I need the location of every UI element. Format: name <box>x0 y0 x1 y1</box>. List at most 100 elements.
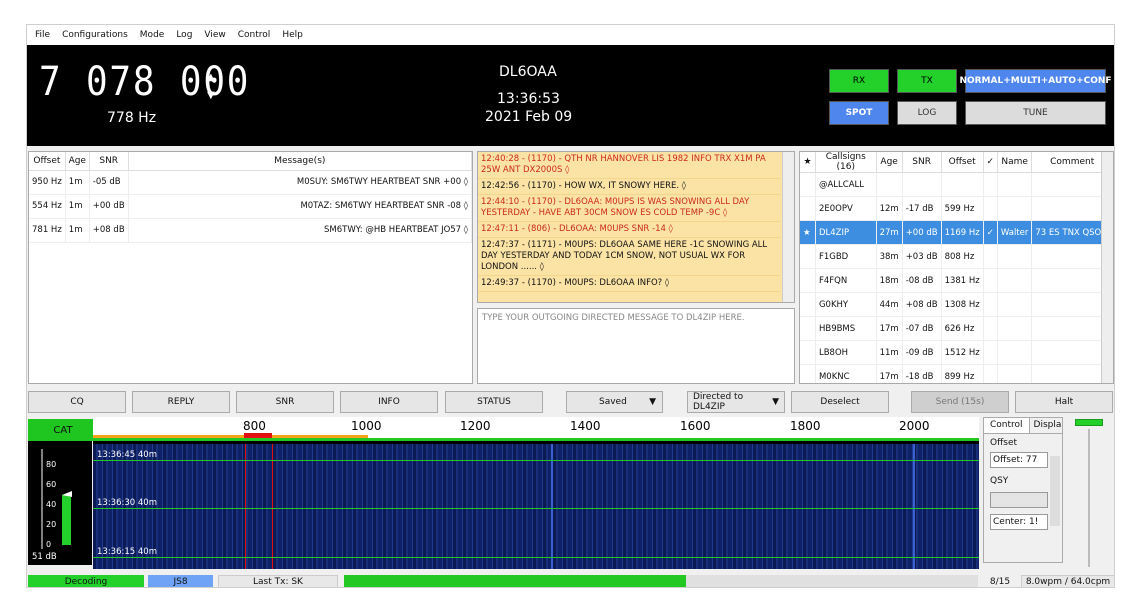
caret-down-icon: ▼ <box>772 397 779 407</box>
wpm-indicator: 8.0wpm / 64.0cpm <box>1021 575 1114 587</box>
signal-meter: 80 60 40 20 0 51 dB <box>28 441 92 565</box>
station-callsign: DL6OAA <box>499 64 557 80</box>
cell-star <box>800 172 816 197</box>
callsign-row[interactable]: ★ DL4ZIP 27m +00 dB 1169 Hz ✓ Walter 73 ES TNX … <box>800 220 1113 245</box>
chevron-up-icon[interactable]: ▲ <box>207 69 215 87</box>
menu-file[interactable]: File <box>29 30 56 40</box>
callsign-table: ★ Callsigns (16) Age SNR Offset ✓ Name C… <box>799 151 1114 384</box>
callsign-row[interactable]: F1GBD 38m +03 dB 808 Hz <box>800 244 1113 269</box>
chat-message[interactable]: 12:44:10 - (1170) - DL6OAA: M0UPS IS WAS… <box>478 195 780 222</box>
tx-button[interactable]: TX <box>897 69 957 93</box>
meter-graphic: 80 60 40 20 0 51 dB <box>32 449 72 562</box>
tune-button[interactable]: TUNE <box>965 101 1106 125</box>
frequency-display[interactable]: 7 078 000 <box>39 59 250 105</box>
waterfall-spectrum[interactable]: 13:36:45 40m 13:36:30 40m 13:36:15 40m <box>93 444 979 569</box>
menu-help[interactable]: Help <box>276 30 309 40</box>
header-panel: 7 078 000 ▲ ▼ 778 Hz DL6OAA 13:36:53 202… <box>27 45 1114 146</box>
cat-indicator[interactable]: CAT <box>28 419 98 441</box>
cell-snr: -17 dB <box>902 196 942 221</box>
col-offset[interactable]: Offset <box>941 152 984 173</box>
side-scrollbar[interactable] <box>1050 456 1060 526</box>
chat-message[interactable]: 12:47:11 - (806) - DL6OAA: M0UPS SNR -14… <box>478 222 780 238</box>
tab-display[interactable]: Displa <box>1030 418 1066 433</box>
cell-offset <box>941 172 984 197</box>
callsign-row[interactable]: @ALLCALL <box>800 172 1113 197</box>
col-callsign[interactable]: Callsigns (16) <box>815 152 877 173</box>
waterfall-display[interactable]: 800 1000 1200 1400 1600 1800 2000 13:36:… <box>93 417 979 569</box>
directed-chat-log[interactable]: 12:40:28 - (1170) - QTH NR HANNOVER LIS … <box>477 151 795 303</box>
col-check[interactable]: ✓ <box>983 152 998 173</box>
menu-control[interactable]: Control <box>232 30 277 40</box>
deselect-button[interactable]: Deselect <box>791 391 889 413</box>
col-star[interactable]: ★ <box>800 152 816 173</box>
cell-check <box>983 292 998 317</box>
directed-dropdown[interactable]: Directed to DL4ZIP ▼ <box>687 391 785 413</box>
meter-label: 0 <box>46 540 51 549</box>
chat-scrollbar[interactable] <box>782 152 794 302</box>
reply-button[interactable]: REPLY <box>132 391 230 413</box>
rx-button[interactable]: RX <box>829 69 889 93</box>
col-snr[interactable]: SNR <box>89 152 129 171</box>
mode-button[interactable]: NORMAL+MULTI+AUTO+CONF <box>959 69 1112 93</box>
col-age[interactable]: Age <box>65 152 90 171</box>
tick-label: 1600 <box>680 419 711 433</box>
cell-name <box>997 364 1033 383</box>
chat-message[interactable]: 12:49:37 - (1170) - M0UPS: DL6OAA INFO? … <box>478 276 780 292</box>
cell-offset: 1381 Hz <box>941 268 984 293</box>
col-messages[interactable]: Message(s) <box>128 152 472 171</box>
chevron-down-icon[interactable]: ▼ <box>207 87 215 105</box>
center-spinbox[interactable]: Center: 1! <box>990 514 1048 530</box>
cell-offset: 899 Hz <box>941 364 984 383</box>
utc-clock: 13:36:53 <box>497 91 560 107</box>
menu-log[interactable]: Log <box>170 30 198 40</box>
period-divider <box>93 557 979 558</box>
app-window: File Configurations Mode Log View Contro… <box>26 24 1115 588</box>
col-age[interactable]: Age <box>876 152 903 173</box>
cell-age: 1m <box>65 194 90 219</box>
spot-button[interactable]: SPOT <box>829 101 889 125</box>
chat-message[interactable]: 12:47:37 - (1171) - M0UPS: DL6OAA SAME H… <box>478 238 780 276</box>
chat-message[interactable]: 12:40:28 - (1170) - QTH NR HANNOVER LIS … <box>478 152 780 179</box>
table-row[interactable]: 950 Hz 1m -05 dB M0SUY: SM6TWY HEARTBEAT… <box>29 170 472 195</box>
callsign-row[interactable]: 2E0OPV 12m -17 dB 599 Hz <box>800 196 1113 221</box>
menu-view[interactable]: View <box>198 30 231 40</box>
frequency-stepper[interactable]: ▲ ▼ <box>207 69 215 105</box>
menu-configurations[interactable]: Configurations <box>56 30 134 40</box>
tab-control[interactable]: Control <box>984 418 1030 433</box>
chat-message[interactable]: 12:42:56 - (1170) - HOW WX, IT SNOWY HER… <box>478 179 780 195</box>
offset-spinbox[interactable]: Offset: 77 <box>990 452 1048 468</box>
halt-button[interactable]: Halt <box>1015 391 1113 413</box>
cell-snr: -05 dB <box>89 170 129 195</box>
log-button[interactable]: LOG <box>897 101 957 125</box>
cell-star: ★ <box>800 220 816 245</box>
cell-check <box>983 340 998 365</box>
saved-dropdown[interactable]: Saved ▼ <box>566 391 663 413</box>
cq-button[interactable]: CQ <box>28 391 126 413</box>
callsign-row[interactable]: HB9BMS 17m -07 dB 626 Hz <box>800 316 1113 341</box>
menu-mode[interactable]: Mode <box>134 30 171 40</box>
callsign-row[interactable]: M0KNC 17m -18 dB 899 Hz <box>800 364 1113 383</box>
callsign-scrollbar[interactable] <box>1101 152 1113 383</box>
cell-offset: 950 Hz <box>29 170 66 195</box>
col-offset[interactable]: Offset <box>29 152 66 171</box>
cell-star <box>800 268 816 293</box>
callsign-row[interactable]: F4FQN 18m -08 dB 1381 Hz <box>800 268 1113 293</box>
callsign-row[interactable]: LB8OH 11m -09 dB 1512 Hz <box>800 340 1113 365</box>
col-name[interactable]: Name <box>997 152 1033 173</box>
last-tx-indicator: Last Tx: SK <box>218 575 338 587</box>
status-button[interactable]: STATUS <box>445 391 543 413</box>
snr-button[interactable]: SNR <box>236 391 334 413</box>
frequency-ruler[interactable]: 800 1000 1200 1400 1600 1800 2000 <box>93 417 979 441</box>
control-side-panel: Control Displa Offset Offset: 77 QSY Cen… <box>983 417 1063 563</box>
send-button[interactable]: Send (15s) <box>911 391 1009 413</box>
power-slider-track[interactable] <box>1088 429 1090 567</box>
side-tabs: Control Displa <box>984 418 1062 434</box>
qsy-button[interactable] <box>990 492 1048 508</box>
col-snr[interactable]: SNR <box>902 152 942 173</box>
callsign-row[interactable]: G0KHY 44m +08 dB 1308 Hz <box>800 292 1113 317</box>
info-button[interactable]: INFO <box>340 391 438 413</box>
tx-progress-bar <box>344 575 978 587</box>
table-row[interactable]: 781 Hz 1m +08 dB SM6TWY: @HB HEARTBEAT J… <box>29 218 472 243</box>
outgoing-message-input[interactable]: TYPE YOUR OUTGOING DIRECTED MESSAGE TO D… <box>477 308 795 384</box>
table-row[interactable]: 554 Hz 1m +00 dB M0TAZ: SM6TWY HEARTBEAT… <box>29 194 472 219</box>
